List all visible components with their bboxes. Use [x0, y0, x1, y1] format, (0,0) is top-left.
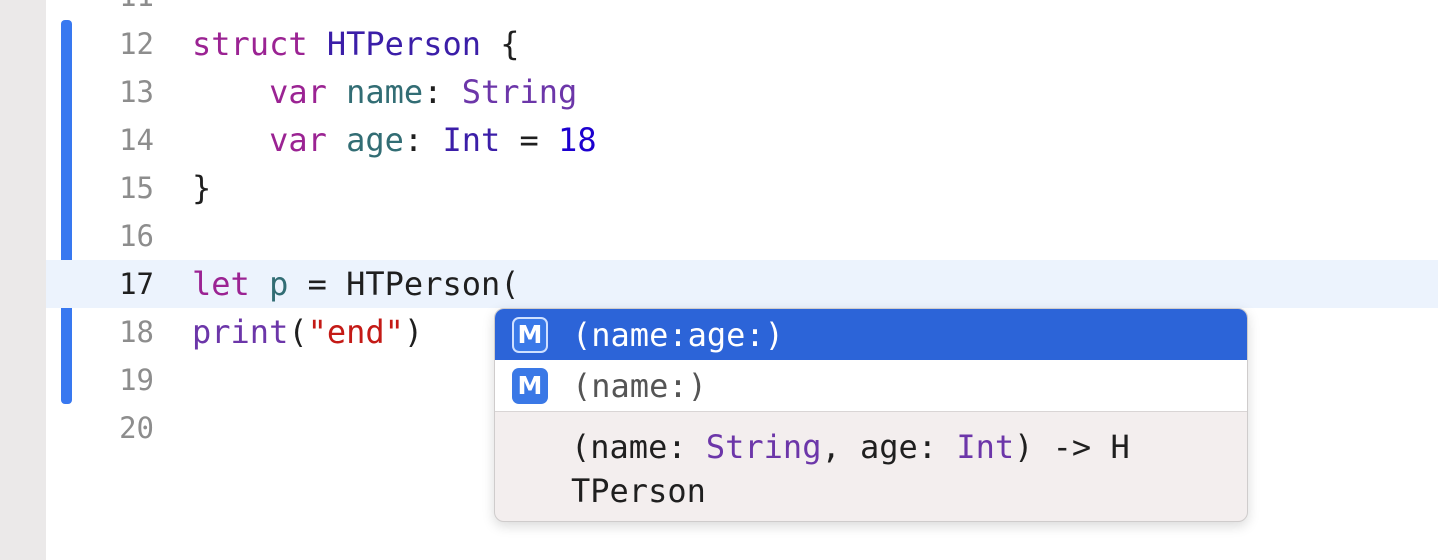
- line-number-16: 16: [119, 219, 154, 253]
- line-number-17: 17: [119, 267, 154, 301]
- type-name: HTPerson: [326, 25, 481, 63]
- line-number-19: 19: [119, 363, 154, 397]
- line-number-20: 20: [119, 411, 154, 445]
- editor-left-strip: [0, 0, 46, 560]
- string-literal: "end": [307, 313, 404, 351]
- signature-mid: , age:: [821, 428, 957, 466]
- method-icon: M: [512, 367, 548, 404]
- line-number-18: 18: [119, 315, 154, 349]
- signature-return: ) -> H: [1014, 428, 1130, 466]
- keyword-let: let: [192, 265, 250, 303]
- code-line-15[interactable]: }: [192, 164, 211, 212]
- close-brace: }: [192, 169, 212, 207]
- suggestion-label: (name:age:): [572, 315, 784, 354]
- property-age: age: [346, 121, 404, 159]
- close-paren: ): [403, 313, 424, 351]
- code-line-14[interactable]: var age: Int = 18: [192, 116, 597, 164]
- line-number-12: 12: [119, 27, 154, 61]
- number-literal: 18: [558, 121, 597, 159]
- line-number-14: 14: [119, 123, 154, 157]
- signature-open: (name:: [571, 428, 706, 466]
- line-number-11: 11: [96, 0, 154, 20]
- line-number-13: 13: [119, 75, 154, 109]
- suggestion-list: M (name:age:) M (name:): [495, 309, 1247, 412]
- method-icon: M: [512, 316, 548, 353]
- code-line-12[interactable]: struct HTPerson {: [192, 20, 520, 68]
- suggestion-item-name-age[interactable]: M (name:age:): [495, 309, 1247, 360]
- signature-detail: (name: String, age: Int) -> H TPerson: [571, 425, 1231, 513]
- signature-type-string: String: [705, 428, 822, 466]
- autocomplete-popup: M (name:age:) M (name:) (name: String, a…: [494, 308, 1248, 522]
- equals: =: [500, 121, 559, 159]
- variable-p: p: [269, 265, 289, 303]
- open-paren: (: [288, 313, 308, 351]
- signature-type-int: Int: [956, 428, 1015, 466]
- source-change-bar[interactable]: [61, 20, 72, 404]
- open-brace: {: [480, 25, 520, 63]
- keyword-var: var: [269, 121, 327, 159]
- code-line-18[interactable]: print("end"): [192, 308, 423, 356]
- type-int: Int: [442, 121, 501, 159]
- function-print: print: [192, 313, 289, 351]
- keyword-var: var: [269, 73, 327, 111]
- line-number-15: 15: [119, 171, 154, 205]
- colon: :: [403, 121, 443, 159]
- initializer-call: = HTPerson(: [288, 265, 520, 303]
- colon: :: [423, 73, 462, 111]
- suggestion-item-name[interactable]: M (name:): [495, 360, 1247, 411]
- keyword-struct: struct: [192, 25, 308, 63]
- type-string: String: [461, 73, 578, 111]
- code-line-17[interactable]: let p = HTPerson(: [192, 260, 520, 308]
- signature-return-wrap: TPerson: [571, 472, 706, 510]
- suggestion-label: (name:): [572, 366, 707, 405]
- code-line-13[interactable]: var name: String: [192, 68, 577, 116]
- property-name: name: [346, 73, 424, 111]
